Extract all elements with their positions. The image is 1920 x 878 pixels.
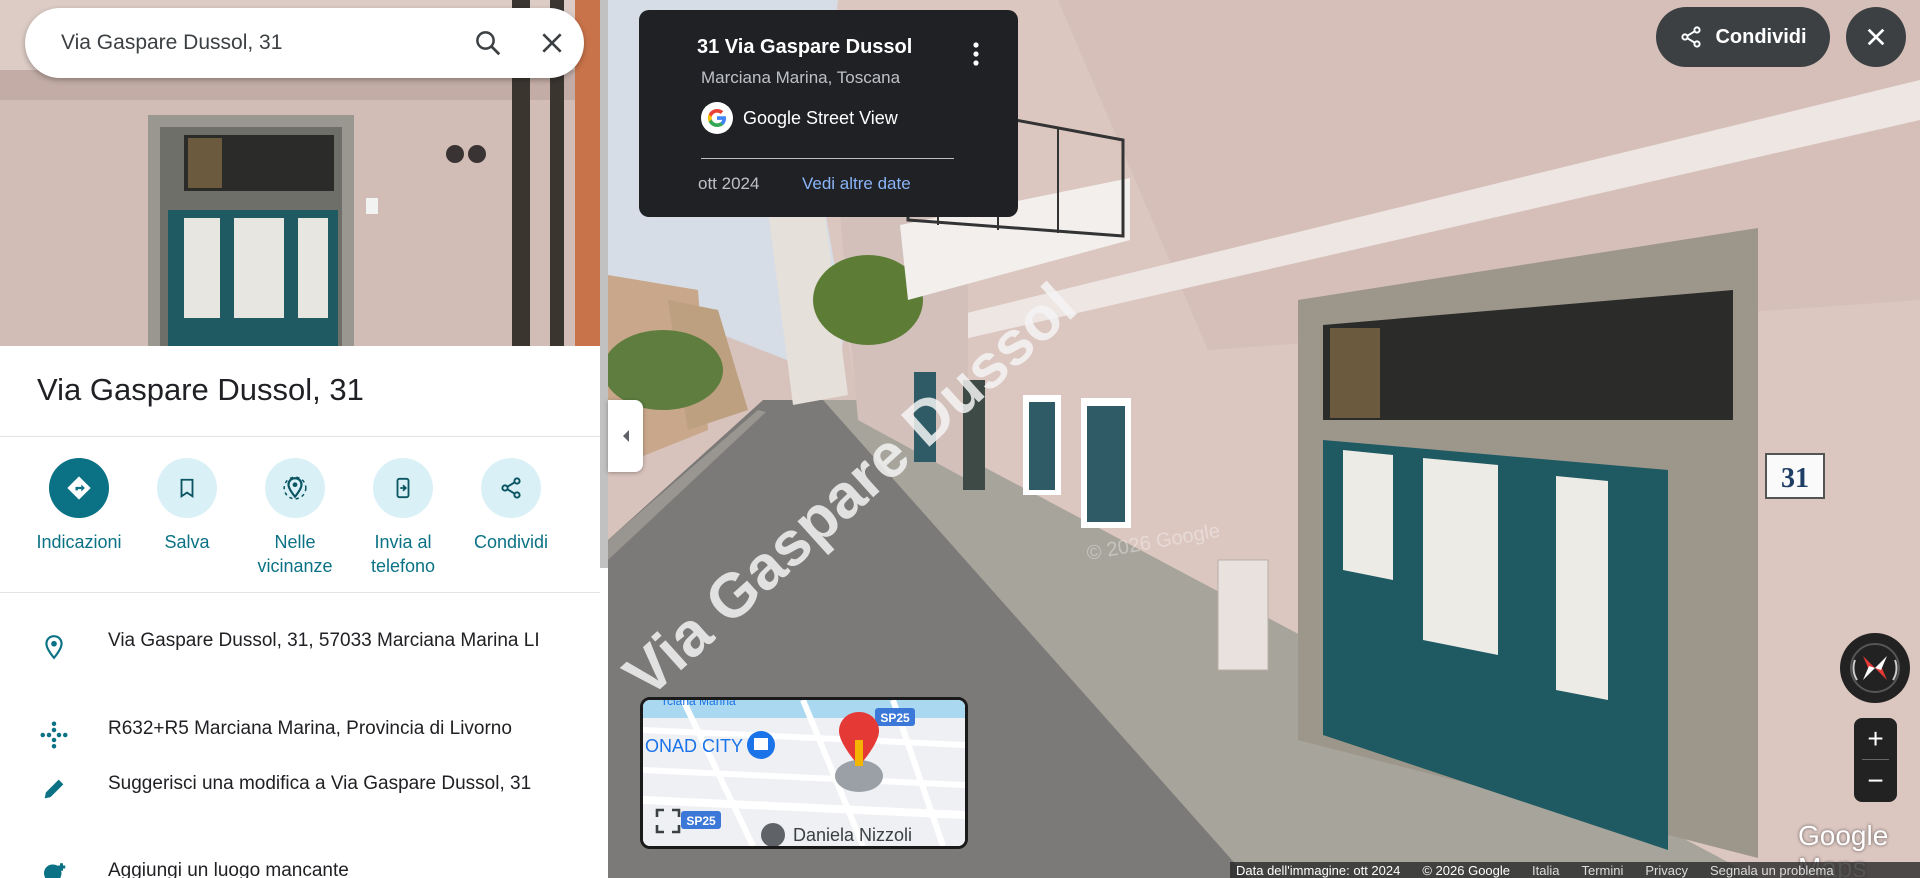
directions-label: Indicazioni — [36, 532, 122, 552]
search-box — [25, 8, 584, 78]
address-row[interactable]: Via Gaspare Dussol, 31, 57033 Marciana M… — [0, 628, 600, 662]
minimap-road-label: SP25 — [686, 814, 716, 828]
panel-scrollbar[interactable] — [600, 0, 608, 568]
street-view-title: 31 Via Gaspare Dussol — [697, 36, 913, 58]
add-place-row[interactable]: Aggiungi un luogo mancante — [0, 858, 600, 878]
collapse-panel-button[interactable] — [608, 400, 643, 472]
add-location-icon — [44, 863, 66, 878]
street-view-info-card: 31 Via Gaspare Dussol Marciana Marina, T… — [639, 10, 1018, 217]
more-vert-icon — [973, 42, 979, 66]
share-button[interactable]: Condividi — [457, 458, 565, 578]
see-more-dates-link[interactable]: Vedi altre date — [802, 174, 911, 194]
save-button[interactable]: Salva — [133, 458, 241, 578]
search-icon — [476, 31, 501, 56]
footer-bar: Data dell'immagine: ott 2024 © 2026 Goog… — [1230, 862, 1920, 878]
add-place-text: Aggiungi un luogo mancante — [108, 860, 349, 878]
plus-code-icon — [40, 721, 68, 749]
divider — [701, 158, 954, 159]
zoom-control: + − — [1854, 718, 1897, 802]
plus-code-row[interactable]: R632+R5 Marciana Marina, Provincia di Li… — [0, 716, 600, 750]
send-to-phone-icon — [373, 458, 433, 518]
pencil-icon — [44, 779, 64, 799]
nearby-button[interactable]: Nelle vicinanze — [241, 458, 349, 578]
nearby-icon — [265, 458, 325, 518]
zoom-in-button[interactable]: + — [1854, 718, 1897, 760]
plus-code-text: R632+R5 Marciana Marina, Provincia di Li… — [108, 718, 512, 739]
search-input[interactable] — [61, 31, 456, 55]
minimap[interactable]: SP25 SP25 ONAD CITY rciana Marina Daniel… — [640, 697, 968, 849]
compass-button[interactable] — [1840, 633, 1910, 703]
close-street-view-button[interactable] — [1846, 7, 1906, 67]
compass-icon — [1850, 643, 1900, 693]
country-link[interactable]: Italia — [1532, 863, 1559, 878]
more-options-button[interactable] — [961, 34, 991, 74]
street-view-source-label: Google Street View — [743, 107, 898, 128]
street-view-source: Google Street View — [701, 102, 898, 134]
zoom-out-button[interactable]: − — [1854, 760, 1897, 802]
privacy-link[interactable]: Privacy — [1645, 863, 1688, 878]
capture-date: ott 2024 — [698, 174, 760, 193]
divider — [0, 436, 600, 437]
report-problem-link[interactable]: Segnala un problema — [1710, 863, 1834, 878]
directions-button[interactable]: Indicazioni — [25, 458, 133, 578]
fullscreen-icon — [655, 808, 681, 834]
bookmark-icon — [157, 458, 217, 518]
search-button[interactable] — [456, 11, 520, 75]
minimap-city-label: ONAD CITY — [645, 736, 743, 756]
nearby-label: Nelle vicinanze — [257, 532, 333, 576]
chevron-left-icon — [622, 430, 629, 442]
save-label: Salva — [164, 532, 210, 552]
share-label: Condividi — [473, 532, 549, 552]
place-title: Via Gaspare Dussol, 31 — [37, 372, 364, 407]
minimap-image: SP25 SP25 ONAD CITY rciana Marina Daniel… — [643, 700, 965, 846]
directions-icon — [49, 458, 109, 518]
house-number-label: 31 — [1781, 463, 1809, 494]
close-icon — [1867, 28, 1885, 46]
clear-search-button[interactable] — [520, 11, 584, 75]
image-date: Data dell'immagine: ott 2024 — [1236, 862, 1401, 878]
terms-link[interactable]: Termini — [1581, 863, 1623, 878]
close-icon — [542, 33, 562, 53]
send-to-phone-button[interactable]: Invia al telefono — [349, 458, 457, 578]
share-icon — [1681, 26, 1702, 48]
suggest-edit-row[interactable]: Suggerisci una modifica a Via Gaspare Du… — [0, 771, 600, 803]
address-text: Via Gaspare Dussol, 31, 57033 Marciana M… — [108, 630, 540, 651]
location-pin-icon — [45, 635, 63, 660]
minimap-top-label: rciana Marina — [663, 700, 736, 708]
fullscreen-button[interactable] — [653, 806, 683, 836]
place-panel: Via Gaspare Dussol, 31 Indicazioni Salva… — [0, 0, 608, 878]
send-to-phone-label: Invia al telefono — [370, 532, 436, 576]
share-street-view-label: Condividi — [1715, 25, 1807, 48]
copyright: © 2026 Google — [1422, 862, 1511, 878]
minimap-road-label: SP25 — [880, 711, 910, 725]
street-view-subtitle: Marciana Marina, Toscana — [701, 68, 901, 87]
share-street-view-button[interactable]: Condividi — [1656, 7, 1830, 67]
suggest-edit-text: Suggerisci una modifica a Via Gaspare Du… — [108, 773, 532, 794]
share-icon — [481, 458, 541, 518]
divider — [0, 592, 600, 593]
minimap-poi-label: Daniela Nizzoli — [793, 825, 912, 845]
action-buttons: Indicazioni Salva Nelle vicinanze Invia … — [25, 458, 585, 578]
google-g-icon — [701, 102, 733, 134]
